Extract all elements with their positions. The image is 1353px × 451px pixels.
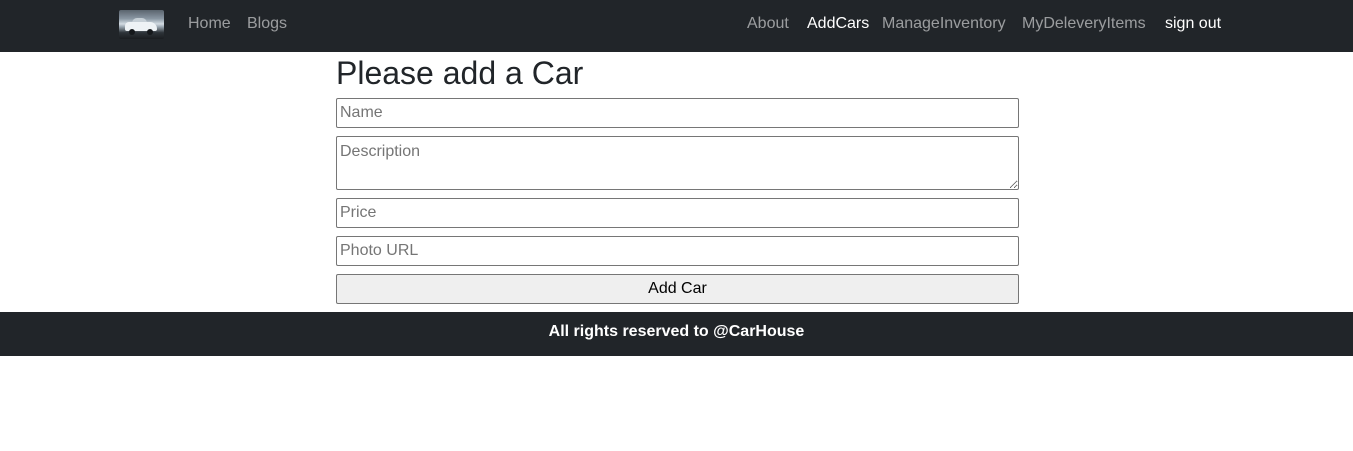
price-input[interactable] bbox=[336, 198, 1019, 228]
name-input[interactable] bbox=[336, 98, 1019, 128]
car-wheel-rear bbox=[147, 29, 153, 35]
footer: All rights reserved to @CarHouse bbox=[0, 312, 1353, 356]
top-navbar: Home Blogs About AddCars ManageInventory… bbox=[0, 0, 1353, 52]
nav-link-manageinventory[interactable]: ManageInventory bbox=[882, 14, 1006, 34]
nav-link-addcars[interactable]: AddCars bbox=[807, 14, 869, 34]
car-wheel-front bbox=[129, 29, 135, 35]
footer-copyright: All rights reserved to @CarHouse bbox=[548, 323, 805, 340]
sign-out-button[interactable]: sign out bbox=[1165, 14, 1221, 34]
description-textarea[interactable] bbox=[336, 136, 1019, 190]
add-car-button[interactable]: Add Car bbox=[336, 274, 1019, 304]
car-logo-icon[interactable] bbox=[119, 10, 164, 39]
nav-link-mydeleveryitems[interactable]: MyDeleveryItems bbox=[1022, 14, 1146, 34]
nav-link-home[interactable]: Home bbox=[188, 14, 231, 34]
nav-link-blogs[interactable]: Blogs bbox=[247, 14, 287, 34]
page-title: Please add a Car bbox=[336, 55, 584, 91]
nav-link-about[interactable]: About bbox=[747, 14, 789, 34]
photo-url-input[interactable] bbox=[336, 236, 1019, 266]
